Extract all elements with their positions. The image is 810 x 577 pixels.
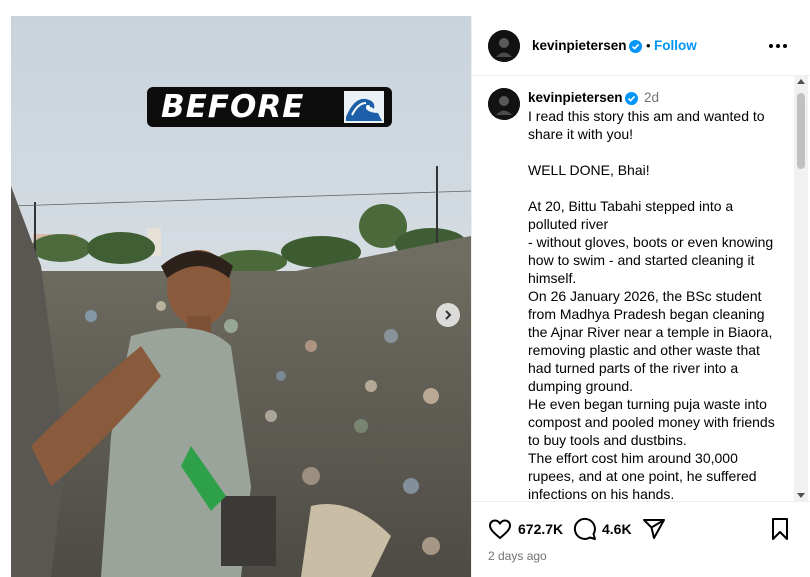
- more-dots-icon[interactable]: [768, 36, 788, 56]
- caption-avatar[interactable]: [488, 88, 520, 120]
- avatar-image: [488, 30, 520, 62]
- share-icon[interactable]: [642, 517, 666, 541]
- caption-username[interactable]: kevinpietersen: [528, 90, 623, 105]
- caption-scrollbar[interactable]: [794, 76, 808, 501]
- post-image[interactable]: BEFORE: [11, 16, 471, 577]
- before-overlay-text: BEFORE: [161, 89, 305, 125]
- carousel-next-button[interactable]: [436, 303, 460, 327]
- header-separator: •: [646, 38, 651, 53]
- like-count[interactable]: 672.7K: [518, 521, 563, 537]
- verified-badge-icon: [629, 40, 642, 53]
- before-overlay-badge: BEFORE: [147, 87, 392, 127]
- scroll-thumb[interactable]: [797, 93, 805, 169]
- caption-section: kevinpietersen 2d I read this story this…: [472, 76, 810, 501]
- follow-button[interactable]: Follow: [654, 38, 697, 53]
- caption-text: I read this story this am and wanted to …: [528, 108, 775, 501]
- post-timestamp: 2 days ago: [488, 549, 547, 563]
- scroll-down-arrow-icon[interactable]: [797, 493, 805, 498]
- post-details-panel: kevinpietersen • Follow kevinpietersen 2…: [471, 16, 810, 577]
- caption-avatar-image: [488, 88, 520, 120]
- caption-time[interactable]: 2d: [644, 90, 659, 105]
- left-gutter: [0, 0, 11, 577]
- post-header: kevinpietersen • Follow: [472, 16, 810, 76]
- instagram-post-window: BEFORE kevinpietersen • Follow kevinpiet…: [0, 0, 810, 577]
- scroll-up-arrow-icon[interactable]: [797, 79, 805, 84]
- header-username[interactable]: kevinpietersen: [532, 38, 627, 53]
- comment-icon[interactable]: [573, 517, 597, 541]
- save-bookmark-icon[interactable]: [768, 517, 792, 541]
- comment-count[interactable]: 4.6K: [602, 521, 632, 537]
- wave-icon: [344, 91, 384, 123]
- heart-icon[interactable]: [488, 517, 512, 541]
- post-actions-bar: 672.7K 4.6K 2 days ago: [472, 501, 810, 577]
- avatar[interactable]: [488, 30, 520, 62]
- chevron-right-icon: [445, 310, 452, 320]
- caption-verified-badge-icon: [625, 92, 638, 105]
